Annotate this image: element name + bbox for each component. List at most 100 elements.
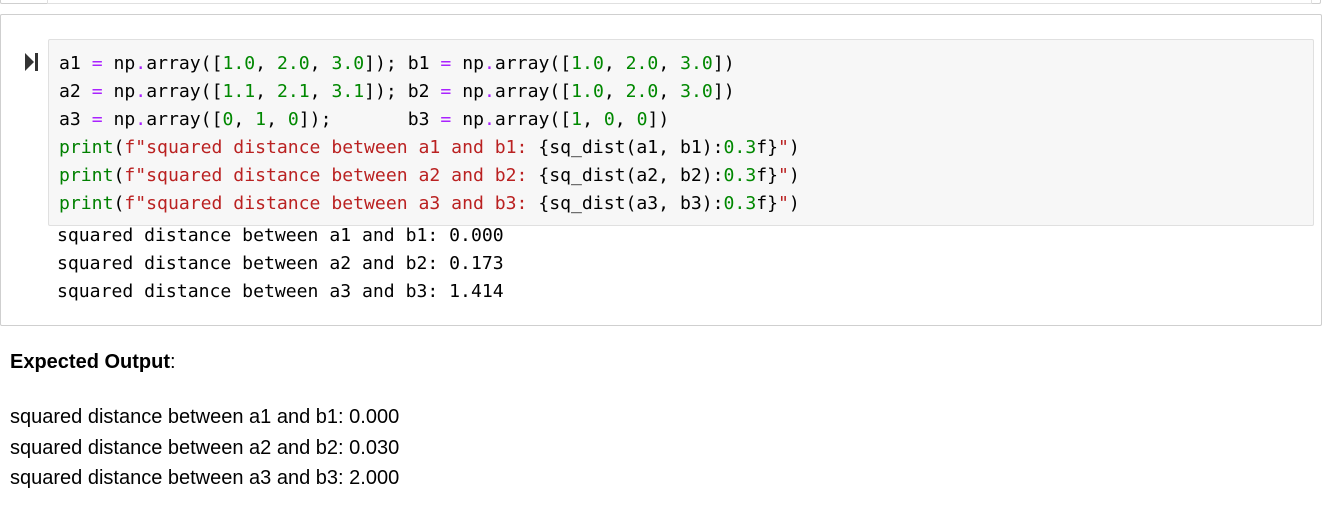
code-token: " [778, 193, 789, 214]
code-token: , [658, 53, 681, 74]
code-token: . [483, 81, 495, 102]
code-token: . [135, 53, 147, 74]
code-token: , [658, 81, 681, 102]
expected-output-heading: Expected Output: [10, 347, 176, 377]
code-token: 2.1 [276, 81, 310, 102]
code-token: = [440, 53, 452, 74]
expected-output-heading-bold: Expected Output [10, 351, 171, 373]
code-token: ]) [712, 53, 735, 74]
code-token: 1.1 [222, 81, 256, 102]
code-token: ]); b1 [364, 53, 441, 74]
code-token: a2 [59, 81, 81, 102]
code-token: 2.0 [276, 53, 310, 74]
output-line: squared distance between a3 and b3: 1.41… [57, 281, 504, 302]
code-token: , [309, 53, 332, 74]
code-token: f"squared distance between a1 and b1: [124, 137, 539, 158]
code-token: 0.3 [723, 137, 757, 158]
code-token: . [135, 81, 147, 102]
code-token: array([ [494, 53, 572, 74]
code-token: = [91, 109, 103, 130]
code-token: f"squared distance between a3 and b3: [124, 193, 539, 214]
code-token: np [451, 53, 484, 74]
expected-output-heading-colon: : [170, 351, 176, 373]
code-token: f} [756, 137, 779, 158]
code-token: 2.0 [625, 81, 659, 102]
code-token: 0.3 [723, 165, 757, 186]
code-token: . [135, 109, 147, 130]
code-token: 2.0 [625, 53, 659, 74]
code-token: print [59, 193, 114, 214]
code-token: {sq_dist(a3, b3) [538, 193, 713, 214]
code-token: f"squared distance between a2 and b2: [124, 165, 539, 186]
code-token: ) [788, 137, 800, 158]
code-token: 1.0 [222, 53, 256, 74]
code-token: np [102, 109, 136, 130]
run-cell-icon[interactable] [25, 53, 39, 71]
code-line: a3 = np.array([0, 1, 0]); b3 = np.array(… [59, 106, 800, 134]
code-token: " [778, 137, 789, 158]
code-token: a1 [59, 53, 81, 74]
code-token: = [440, 109, 452, 130]
code-token: {sq_dist(a1, b1) [538, 137, 713, 158]
code-token: 0 [287, 109, 299, 130]
code-token: np [102, 53, 136, 74]
code-token: = [91, 53, 103, 74]
code-token: array([ [494, 109, 572, 130]
code-token: ]); b3 [298, 109, 441, 130]
code-token: ]); b2 [364, 81, 441, 102]
code-token: , [309, 81, 332, 102]
code-token: : [712, 137, 724, 158]
code-token: a3 [59, 109, 81, 130]
code-token: , [603, 81, 626, 102]
code-token: f} [756, 165, 779, 186]
code-line: a1 = np.array([1.0, 2.0, 3.0]); b1 = np.… [59, 50, 800, 78]
code-token: , [614, 109, 637, 130]
expected-output-lines: squared distance between a1 and b1: 0.00… [10, 402, 399, 494]
code-token: ) [788, 193, 800, 214]
expected-output-line: squared distance between a2 and b2: 0.03… [10, 436, 400, 459]
code-token: : [712, 193, 724, 214]
code-line: print(f"squared distance between a3 and … [59, 190, 800, 218]
code-token: 3.0 [680, 81, 713, 102]
code-token: = [440, 81, 452, 102]
output-line: squared distance between a2 and b2: 0.17… [57, 253, 504, 274]
code-editor[interactable]: a1 = np.array([1.0, 2.0, 3.0]); b1 = np.… [59, 50, 800, 218]
code-token: = [91, 81, 103, 102]
code-token: 0 [636, 109, 648, 130]
run-cell-icon-glyph [25, 53, 38, 71]
code-line: print(f"squared distance between a1 and … [59, 134, 800, 162]
code-token: 1 [571, 109, 583, 130]
code-token: ( [113, 137, 125, 158]
code-token: 1.0 [571, 53, 604, 74]
code-input[interactable]: a1 = np.array([1.0, 2.0, 3.0]); b1 = np.… [48, 39, 1314, 226]
code-token: ]) [712, 81, 735, 102]
code-token: , [603, 53, 626, 74]
code-token: 1.0 [571, 81, 604, 102]
code-token: , [255, 81, 277, 102]
code-token: {sq_dist(a2, b2) [538, 165, 713, 186]
code-token: np [451, 81, 484, 102]
code-token: ( [113, 165, 125, 186]
code-token: print [59, 165, 114, 186]
code-token: : [712, 165, 724, 186]
code-token: . [483, 53, 495, 74]
code-token: 3.0 [331, 53, 365, 74]
code-token: 3.0 [680, 53, 713, 74]
cell-output: squared distance between a1 and b1: 0.00… [57, 222, 504, 306]
code-token: f} [756, 193, 779, 214]
code-token: array([ [146, 53, 223, 74]
code-token: 0 [222, 109, 234, 130]
code-token: 1 [255, 109, 267, 130]
code-line: a2 = np.array([1.1, 2.1, 3.1]); b2 = np.… [59, 78, 800, 106]
code-token: 0 [603, 109, 615, 130]
code-token: , [582, 109, 604, 130]
expected-output-line: squared distance between a1 and b1: 0.00… [10, 406, 400, 428]
code-token: print [59, 137, 114, 158]
code-token: , [233, 109, 256, 130]
previous-cell-input [47, 0, 1312, 4]
output-line: squared distance between a1 and b1: 0.00… [57, 225, 504, 246]
code-token: 3.1 [331, 81, 365, 102]
